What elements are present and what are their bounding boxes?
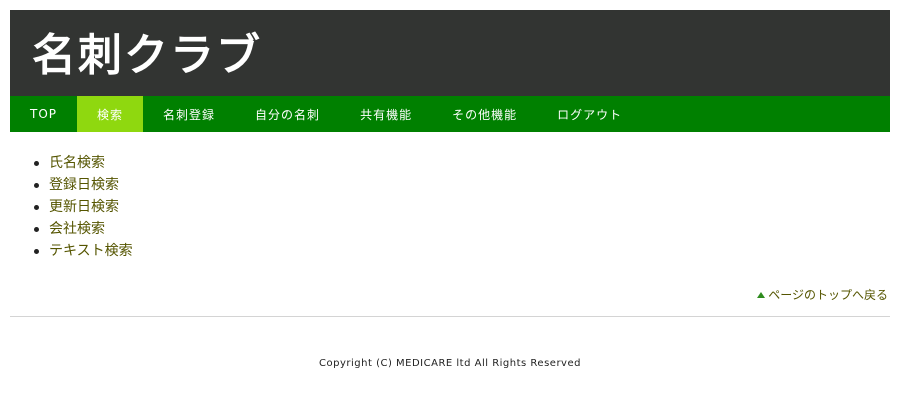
search-by-update-date-link[interactable]: 更新日検索 bbox=[49, 199, 119, 215]
triangle-up-icon bbox=[757, 292, 766, 298]
nav-item-top[interactable]: TOP bbox=[10, 96, 77, 132]
back-to-top-label: ページのトップへ戻る bbox=[768, 288, 888, 302]
search-by-company-link[interactable]: 会社検索 bbox=[49, 221, 105, 237]
list-item: 更新日検索 bbox=[34, 196, 133, 218]
page: 名刺クラブ TOP 検索 名刺登録 自分の名刺 共有機能 その他機能 ログアウト… bbox=[0, 0, 900, 403]
nav-item-search[interactable]: 検索 bbox=[77, 96, 144, 132]
search-by-text-link[interactable]: テキスト検索 bbox=[49, 243, 133, 259]
list-item: 会社検索 bbox=[34, 218, 133, 240]
footer-copyright: Copyright (C) MEDICARE ltd All Rights Re… bbox=[319, 358, 581, 369]
list-item: テキスト検索 bbox=[34, 240, 133, 262]
nav-item-other[interactable]: その他機能 bbox=[432, 96, 537, 132]
divider bbox=[10, 316, 890, 317]
list-item: 氏名検索 bbox=[34, 152, 133, 174]
search-menu-list: 氏名検索 登録日検索 更新日検索 会社検索 テキスト検索 bbox=[34, 152, 133, 262]
back-to-top-link[interactable]: ページのトップへ戻る bbox=[757, 286, 888, 304]
nav-item-register-card[interactable]: 名刺登録 bbox=[143, 96, 235, 132]
main-nav: TOP 検索 名刺登録 自分の名刺 共有機能 その他機能 ログアウト bbox=[10, 96, 890, 132]
nav-item-logout[interactable]: ログアウト bbox=[537, 96, 642, 132]
list-item: 登録日検索 bbox=[34, 174, 133, 196]
nav-item-sharing[interactable]: 共有機能 bbox=[340, 96, 432, 132]
search-by-name-link[interactable]: 氏名検索 bbox=[49, 155, 105, 171]
nav-item-my-card[interactable]: 自分の名刺 bbox=[235, 96, 340, 132]
site-header: 名刺クラブ bbox=[10, 10, 890, 96]
site-title[interactable]: 名刺クラブ bbox=[32, 28, 262, 84]
search-by-registration-date-link[interactable]: 登録日検索 bbox=[49, 177, 119, 193]
